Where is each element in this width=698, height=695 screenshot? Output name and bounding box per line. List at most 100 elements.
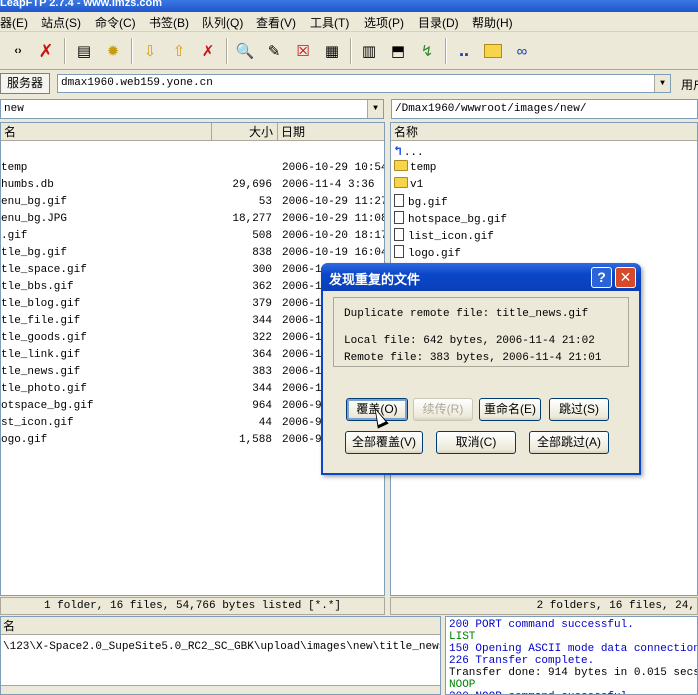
remote-file-text: Remote file: 383 bytes, 2006-11-4 21:01 [344,352,602,364]
menu-command[interactable]: 命令(C) [95,14,136,31]
chevron-down-icon[interactable]: ▼ [654,75,670,92]
remote-header-name[interactable]: 名称 [391,123,697,141]
help-icon[interactable]: ? [591,267,612,288]
remote-file-row[interactable]: bg.gif [394,194,448,211]
connect-icon[interactable]: ‹› [6,39,30,63]
disconnect-icon[interactable]: ✗ [34,39,58,63]
new-folder-icon[interactable] [481,39,505,63]
view-icon[interactable]: 🔍 [233,39,257,63]
local-file-size: 508 [252,230,272,242]
resume-button[interactable]: 续传(R) [413,398,473,421]
duplicate-file-text: Duplicate remote file: title_news.gif [344,308,589,320]
local-file-row[interactable]: tle_bg.gif 838 2006-10-19 16:04 [1,245,385,262]
local-file-row[interactable]: temp 2006-10-29 10:54 [1,160,385,177]
remote-file-row[interactable]: temp [394,160,436,177]
local-header-size[interactable]: 大小 [212,123,278,141]
menu-bar: 器(E) 站点(S) 命令(C) 书签(B) 队列(Q) 查看(V) 工具(T)… [0,12,698,32]
file-icon [394,245,404,258]
menu-help[interactable]: 帮助(H) [472,14,513,31]
local-file-name: tle_space.gif [1,264,87,276]
remote-file-row[interactable]: hotspace_bg.gif [394,211,507,228]
local-header-date[interactable]: 日期 [278,123,384,141]
local-file-size: 18,277 [232,213,272,225]
local-path-combobox[interactable]: new ▼ [0,99,384,119]
folder-icon [394,177,408,188]
local-file-name: tle_blog.gif [1,298,81,310]
local-file-row[interactable]: .gif 508 2006-10-20 18:17 [1,228,384,245]
toolbar-separator [131,38,133,64]
local-file-size: 344 [252,315,272,327]
local-file-row[interactable]: enu_bg.gif 53 2006-10-29 11:27 [1,194,385,211]
rename-button[interactable]: 重命名(E) [479,398,541,421]
file-icon [394,211,404,224]
address-bar: 服务器 dmax1960.web159.yone.cn ▼ 用户 [0,72,698,96]
download-icon[interactable]: ⇩ [138,39,162,63]
server-button[interactable]: 服务器 [0,73,50,94]
menu-edit[interactable]: 器(E) [0,14,28,31]
stop-icon[interactable]: ✗ [196,39,220,63]
window-title: LeapFTP 2.7.4 - www.lmzs.com [0,0,162,9]
menu-tools[interactable]: 工具(T) [310,14,349,31]
host-combobox[interactable]: dmax1960.web159.yone.cn ▼ [57,74,671,93]
local-file-row[interactable]: humbs.db 29,696 2006-11-4 3:36 [1,177,384,194]
site-manager-icon[interactable]: ▤ [72,39,96,63]
local-file-name: temp [1,162,28,174]
log-line: Transfer done: 914 bytes in 0.015 secs (… [449,667,698,679]
upload-icon[interactable]: ⇧ [167,39,191,63]
menu-bookmarks[interactable]: 书签(B) [149,14,189,31]
skip-all-button[interactable]: 全部跳过(A) [529,431,609,454]
queue-scrollbar[interactable] [1,685,440,694]
local-file-date: 2006-10-19 16:04 [282,247,385,259]
menu-site[interactable]: 站点(S) [41,14,81,31]
local-file-size: 44 [258,417,272,429]
dialog-title: 发现重复的文件 [329,272,421,287]
chevron-down-icon[interactable]: ▼ [367,100,383,118]
reconnect-icon[interactable]: ∞ [510,39,534,63]
local-file-name: .gif [1,230,28,242]
delete-icon[interactable]: ☒ [291,39,315,63]
properties-icon[interactable]: ▦ [320,39,344,63]
local-file-name: ogo.gif [1,434,48,446]
refresh-icon[interactable]: ↯ [415,39,439,63]
local-path-value: new [4,103,24,115]
edit-icon[interactable]: ✎ [262,39,286,63]
queue-up-icon[interactable]: ⬒ [386,39,410,63]
menu-queue[interactable]: 队列(Q) [202,14,243,31]
remote-file-name: hotspace_bg.gif [408,214,508,226]
toolbar-separator [350,38,352,64]
cancel-button[interactable]: 取消(C) [436,431,516,454]
local-status-text: 1 folder, 16 files, 54,766 bytes listed … [43,600,342,612]
parent-icon[interactable]: ‥ [452,39,476,63]
menu-directory[interactable]: 目录(D) [418,14,459,31]
remote-file-row[interactable]: v1 [394,177,423,194]
local-file-date: 2006-10-29 11:27 [282,196,385,208]
settings-icon[interactable]: ✹ [101,39,125,63]
queue-icon[interactable]: ▥ [357,39,381,63]
remote-file-name: temp [410,162,437,174]
log-line: NOOP [449,679,476,691]
local-file-date: 2006-10-29 10:54 [282,162,385,174]
local-file-size: 1,588 [238,434,272,446]
overwrite-all-button[interactable]: 全部覆盖(V) [345,431,423,454]
local-file-name: st_icon.gif [1,417,74,429]
transfer-queue[interactable]: 名 \123\X-Space2.0_SupeSite5.0_RC2_SC_GBK… [0,616,441,695]
local-file-size: 53 [258,196,272,208]
skip-button[interactable]: 跳过(S) [549,398,609,421]
local-file-size: 964 [252,400,272,412]
menu-view[interactable]: 查看(V) [256,14,296,31]
folder-icon [394,160,408,171]
local-file-row[interactable]: enu_bg.JPG 18,277 2006-10-29 11:08 [1,211,384,228]
close-icon[interactable]: ✕ [615,267,636,288]
local-header-name[interactable]: 名 [1,123,212,141]
remote-file-row[interactable]: list_icon.gif [394,228,494,245]
local-file-name: tle_file.gif [1,315,81,327]
local-file-name: humbs.db [1,179,54,191]
menu-options[interactable]: 选项(P) [364,14,404,31]
remote-file-row[interactable]: logo.gif [394,245,461,262]
queue-header-name[interactable]: 名 [1,617,440,635]
remote-path-combobox[interactable]: /Dmax1960/wwwroot/images/new/ [391,99,698,119]
remote-file-row[interactable]: ↰... [394,143,424,160]
queue-item[interactable]: \123\X-Space2.0_SupeSite5.0_RC2_SC_GBK\u… [3,641,440,653]
duplicate-file-dialog: 发现重复的文件 ? ✕ Duplicate remote file: title… [321,263,641,475]
local-file-row[interactable] [1,143,384,160]
